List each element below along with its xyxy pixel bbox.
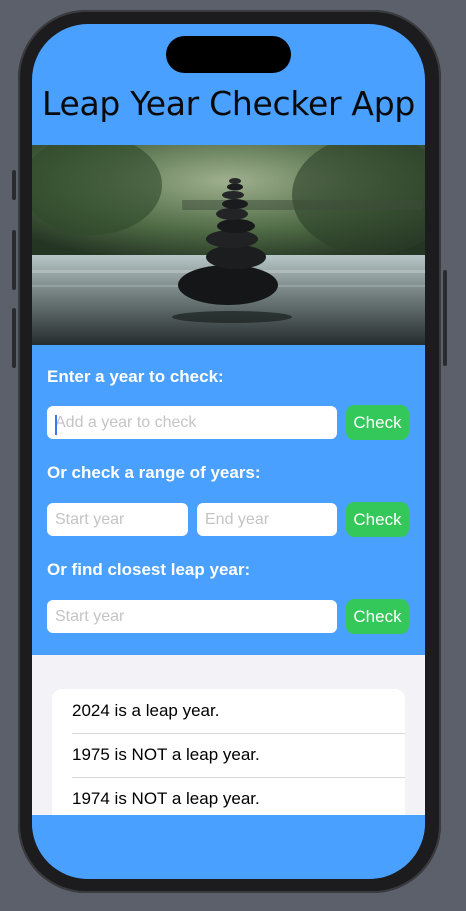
closest-start-input[interactable] (47, 600, 337, 633)
result-item: 1975 is NOT a leap year. (52, 733, 405, 777)
text-cursor (55, 415, 57, 435)
range-start-input[interactable] (47, 503, 188, 536)
results-area: 2024 is a leap year. 1975 is NOT a leap … (32, 655, 425, 829)
results-list: 2024 is a leap year. 1975 is NOT a leap … (52, 689, 405, 829)
result-item: 2024 is a leap year. (72, 701, 220, 720)
check-range-button[interactable]: Check (346, 502, 409, 537)
app-screen: Leap Year Checker App Enter a year to ch… (32, 24, 425, 879)
year-input[interactable] (47, 406, 337, 439)
volume-down-button (12, 308, 16, 368)
single-year-label: Enter a year to check: (47, 367, 224, 386)
app-title: Leap Year Checker App (42, 84, 415, 123)
check-year-button[interactable]: Check (346, 405, 409, 440)
action-button (12, 170, 16, 200)
stacked-stones-icon (32, 145, 425, 345)
volume-up-button (12, 230, 16, 290)
closest-label: Or find closest leap year: (47, 560, 251, 579)
footer-bar (32, 815, 425, 879)
range-end-input[interactable] (197, 503, 337, 536)
dynamic-island (166, 36, 291, 73)
power-button (443, 270, 447, 366)
check-closest-button[interactable]: Check (346, 599, 409, 634)
range-label: Or check a range of years: (47, 463, 261, 482)
hero-image (32, 145, 425, 345)
